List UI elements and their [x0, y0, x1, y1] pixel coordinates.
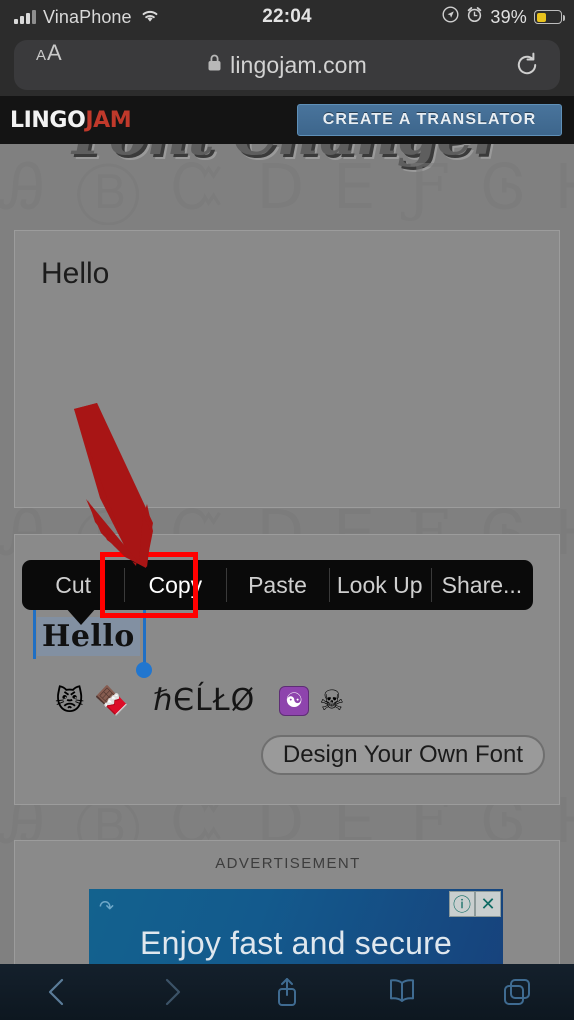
styled-output-row: 😾 🍫 ℏЄĹŁØ ☯ ☠ [55, 683, 344, 718]
advertisement-container: ADVERTISEMENT ↷ ⓘ ✕ Enjoy fast and secur… [14, 840, 560, 964]
info-icon[interactable]: ⓘ [449, 891, 475, 917]
reload-icon [517, 52, 537, 75]
yin-yang-icon: ☯ [279, 685, 310, 716]
share-icon [277, 978, 296, 1006]
input-text-value: Hello [41, 257, 110, 290]
address-bar[interactable]: A A lingojam.com [14, 40, 560, 90]
status-bar: VinaPhone 22:04 39% [0, 0, 574, 34]
logo-text-lingo: LINGO [10, 107, 86, 133]
edit-menu-item-paste[interactable]: Paste [226, 560, 328, 610]
lingojam-logo[interactable]: LINGO JAM [10, 96, 132, 144]
translator-input-box[interactable]: Hello [14, 230, 560, 508]
skull-crossbones-icon: ☠ [319, 684, 345, 717]
book-icon [389, 979, 414, 1002]
design-your-own-font-button[interactable]: Design Your Own Font [260, 735, 545, 775]
battery-icon [534, 10, 565, 24]
styled-output-text: ℏЄĹŁØ [153, 683, 256, 718]
create-a-translator-button[interactable]: CREATE A TRANSLATOR [297, 104, 562, 136]
copy-highlight-box [100, 552, 198, 618]
close-icon[interactable]: ✕ [475, 891, 501, 917]
loop-icon: ↷ [99, 897, 115, 917]
edit-menu-caret [65, 607, 97, 625]
share-button[interactable] [259, 964, 315, 1020]
iphone-safari-screen: VinaPhone 22:04 39% A A lingojam.com LIN… [0, 0, 574, 1020]
tabs-button[interactable] [489, 964, 545, 1020]
ad-banner[interactable]: ↷ ⓘ ✕ Enjoy fast and secure [89, 889, 503, 964]
status-bar-right: 39% [442, 0, 565, 34]
battery-percent-label: 39% [490, 6, 527, 27]
forward-chevron-icon [166, 978, 181, 1006]
bookmarks-button[interactable] [374, 964, 430, 1020]
page-title: Font Changer [0, 144, 574, 196]
tabs-icon [503, 979, 530, 1005]
logo-text-jam: JAM [85, 107, 132, 133]
alarm-clock-icon [466, 6, 483, 28]
back-chevron-icon [49, 978, 64, 1006]
safari-bottom-toolbar [0, 964, 574, 1020]
url-text: lingojam.com [230, 51, 367, 78]
reload-button[interactable] [514, 40, 540, 90]
site-header: LINGO JAM CREATE A TRANSLATOR [0, 96, 574, 144]
edit-menu-item-share[interactable]: Share... [430, 560, 533, 610]
chocolate-bar-emoji-icon: 🍫 [94, 684, 130, 717]
location-arrow-icon [442, 6, 459, 28]
advertisement-label: ADVERTISEMENT [215, 855, 361, 872]
angry-cat-emoji-icon: 😾 [55, 684, 85, 717]
ad-controls: ⓘ ✕ [449, 891, 501, 917]
forward-button[interactable] [144, 964, 200, 1020]
back-button[interactable] [29, 964, 85, 1020]
page-content: Font Changer Ꭿ Ⓑ Ꮸ ᗞ Ꭼ Ƒ Ꮆ Ꮋ Ꭿ Ⓑ Ꮸ ᗞ Ꭼ Ƒ… [0, 144, 574, 964]
clock-label: 22:04 [262, 6, 312, 27]
browser-chrome: A A lingojam.com [0, 34, 574, 96]
ad-headline: Enjoy fast and secure [140, 925, 452, 961]
ios-edit-menu: Cut Copy Paste Look Up Share... [22, 560, 533, 610]
lock-icon [207, 53, 222, 77]
url-display[interactable]: lingojam.com [14, 40, 560, 90]
edit-menu-item-look-up[interactable]: Look Up [328, 560, 431, 610]
